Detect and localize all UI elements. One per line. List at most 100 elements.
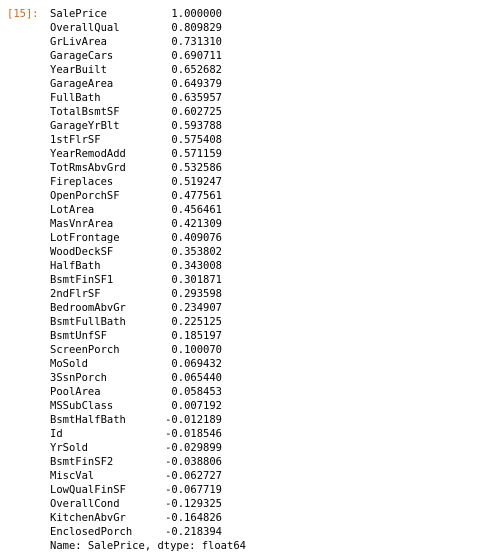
- series-value: -0.038806: [165, 456, 222, 468]
- series-value: 0.652682: [171, 64, 222, 76]
- series-row: SalePrice 1.000000: [50, 7, 246, 21]
- series-row: BsmtFullBath 0.225125: [50, 315, 246, 329]
- series-index-label: Id: [50, 428, 63, 440]
- series-row: GarageYrBlt 0.593788: [50, 119, 246, 133]
- series-row: GrLivArea 0.731310: [50, 35, 246, 49]
- series-index-label: YearBuilt: [50, 64, 107, 76]
- series-index-label: MasVnrArea: [50, 218, 114, 230]
- series-value: 0.343008: [171, 260, 222, 272]
- series-index-label: YrSold: [50, 442, 88, 454]
- series-index-label: BsmtUnfSF: [50, 330, 107, 342]
- series-value: -0.067719: [165, 484, 222, 496]
- series-index-label: BsmtHalfBath: [50, 414, 126, 426]
- series-row: PoolArea 0.058453: [50, 385, 246, 399]
- series-row: MiscVal -0.062727: [50, 469, 246, 483]
- series-value: 0.353802: [171, 246, 222, 258]
- series-row: TotRmsAbvGrd 0.532586: [50, 161, 246, 175]
- series-row: MSSubClass 0.007192: [50, 399, 246, 413]
- series-value: -0.012189: [165, 414, 222, 426]
- series-index-label: BsmtFullBath: [50, 316, 126, 328]
- series-index-label: GarageCars: [50, 50, 114, 62]
- series-value: -0.129325: [165, 498, 222, 510]
- series-row: LowQualFinSF -0.067719: [50, 483, 246, 497]
- series-index-label: SalePrice: [50, 8, 107, 20]
- series-value: 0.575408: [171, 134, 222, 146]
- series-value: 0.593788: [171, 120, 222, 132]
- series-index-label: WoodDeckSF: [50, 246, 114, 258]
- series-row: ScreenPorch 0.100070: [50, 343, 246, 357]
- series-index-label: EnclosedPorch: [50, 526, 133, 538]
- series-row: KitchenAbvGr -0.164826: [50, 511, 246, 525]
- series-value: 0.477561: [171, 190, 222, 202]
- series-row: LotArea 0.456461: [50, 203, 246, 217]
- series-index-label: BsmtFinSF2: [50, 456, 114, 468]
- series-value: 0.293598: [171, 288, 222, 300]
- notebook-output-cell: [15]: SalePrice 1.000000 OverallQual 0.8098…: [0, 0, 489, 557]
- series-row: OverallCond -0.129325: [50, 497, 246, 511]
- series-index-label: GrLivArea: [50, 36, 107, 48]
- series-value: 0.519247: [171, 176, 222, 188]
- series-index-label: GarageYrBlt: [50, 120, 120, 132]
- series-row: GarageArea 0.649379: [50, 77, 246, 91]
- series-row: GarageCars 0.690711: [50, 49, 246, 63]
- series-value: 0.809829: [171, 22, 222, 34]
- series-row: BsmtFinSF2 -0.038806: [50, 455, 246, 469]
- series-row: YearRemodAdd 0.571159: [50, 147, 246, 161]
- series-row: WoodDeckSF 0.353802: [50, 245, 246, 259]
- series-value: 0.649379: [171, 78, 222, 90]
- series-row: 1stFlrSF 0.575408: [50, 133, 246, 147]
- series-index-label: ScreenPorch: [50, 344, 120, 356]
- output-prompt: [15]:: [7, 8, 39, 20]
- series-index-label: 2ndFlrSF: [50, 288, 101, 300]
- series-index-label: LotFrontage: [50, 232, 120, 244]
- series-row: MasVnrArea 0.421309: [50, 217, 246, 231]
- series-value: 1.000000: [171, 8, 222, 20]
- series-row: OpenPorchSF 0.477561: [50, 189, 246, 203]
- series-value: 0.100070: [171, 344, 222, 356]
- series-row: HalfBath 0.343008: [50, 259, 246, 273]
- series-value: 0.690711: [171, 50, 222, 62]
- series-value: 0.058453: [171, 386, 222, 398]
- series-row: 2ndFlrSF 0.293598: [50, 287, 246, 301]
- series-value: 0.571159: [171, 148, 222, 160]
- series-row: FullBath 0.635957: [50, 91, 246, 105]
- series-row: YrSold -0.029899: [50, 441, 246, 455]
- series-index-label: BedroomAbvGr: [50, 302, 126, 314]
- series-value: 0.185197: [171, 330, 222, 342]
- series-value: -0.062727: [165, 470, 222, 482]
- series-value: -0.218394: [165, 526, 222, 538]
- series-value: 0.532586: [171, 162, 222, 174]
- series-index-label: MiscVal: [50, 470, 95, 482]
- series-row: BsmtHalfBath -0.012189: [50, 413, 246, 427]
- series-index-label: KitchenAbvGr: [50, 512, 126, 524]
- series-value: -0.018546: [165, 428, 222, 440]
- series-index-label: HalfBath: [50, 260, 101, 272]
- series-value: 0.731310: [171, 36, 222, 48]
- series-index-label: LotArea: [50, 204, 95, 216]
- series-row: TotalBsmtSF 0.602725: [50, 105, 246, 119]
- series-index-label: YearRemodAdd: [50, 148, 126, 160]
- series-index-label: OpenPorchSF: [50, 190, 120, 202]
- series-value: -0.164826: [165, 512, 222, 524]
- series-index-label: 3SsnPorch: [50, 372, 107, 384]
- series-row: BedroomAbvGr 0.234907: [50, 301, 246, 315]
- series-value: 0.234907: [171, 302, 222, 314]
- series-index-label: PoolArea: [50, 386, 101, 398]
- series-index-label: OverallCond: [50, 498, 120, 510]
- series-value: 0.301871: [171, 274, 222, 286]
- series-row: OverallQual 0.809829: [50, 21, 246, 35]
- series-output: SalePrice 1.000000 OverallQual 0.809829 GrLi…: [50, 7, 246, 553]
- series-value: 0.635957: [171, 92, 222, 104]
- series-row: Fireplaces 0.519247: [50, 175, 246, 189]
- series-row: 3SsnPorch 0.065440: [50, 371, 246, 385]
- series-value: 0.069432: [171, 358, 222, 370]
- series-index-label: GarageArea: [50, 78, 114, 90]
- series-value: 0.225125: [171, 316, 222, 328]
- series-row: YearBuilt 0.652682: [50, 63, 246, 77]
- series-index-label: BsmtFinSF1: [50, 274, 114, 286]
- series-value: -0.029899: [165, 442, 222, 454]
- series-row: LotFrontage 0.409076: [50, 231, 246, 245]
- series-value: 0.456461: [171, 204, 222, 216]
- series-value: 0.409076: [171, 232, 222, 244]
- series-value: 0.602725: [171, 106, 222, 118]
